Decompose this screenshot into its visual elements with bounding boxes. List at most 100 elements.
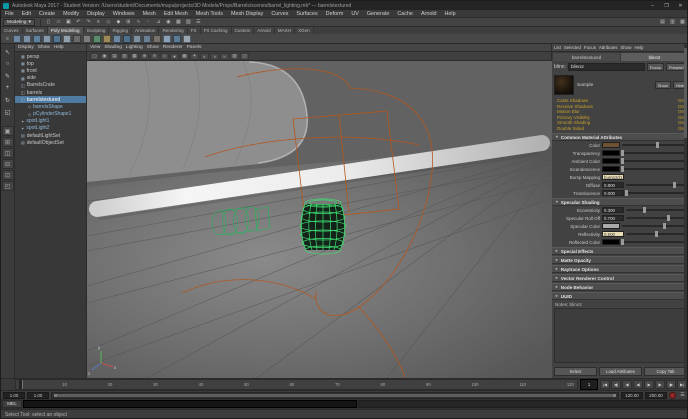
outliner-item[interactable]: ▦ persp — [15, 53, 86, 60]
attribute-editor-menu-item[interactable]: Attributes — [599, 45, 618, 50]
attribute-slider[interactable] — [626, 207, 686, 213]
close-button[interactable]: ✕ — [674, 2, 687, 10]
shelf-tab[interactable]: FX Caching — [200, 27, 232, 34]
go-to-end-button[interactable]: ▶| — [677, 380, 687, 389]
viewport-menu-item[interactable]: Shading — [104, 45, 122, 50]
shelf-tab[interactable]: Curves — [1, 27, 23, 34]
command-input[interactable] — [23, 400, 357, 408]
textured-icon[interactable]: ▩ — [180, 52, 189, 60]
menu-item[interactable]: File — [1, 11, 18, 17]
shelf-tab[interactable]: Rendering — [159, 27, 188, 34]
current-frame-field[interactable]: 1 — [580, 379, 598, 390]
animation-start-field[interactable]: 1.00 — [3, 391, 25, 399]
tool-settings-toggle[interactable]: ▥ — [668, 18, 677, 26]
shelf-torus-icon[interactable] — [53, 34, 61, 43]
attribute-editor-menu-item[interactable]: Selected — [564, 45, 581, 50]
channel-box-toggle[interactable]: ▦ — [678, 18, 687, 26]
smooth-shade-icon[interactable]: ● — [170, 52, 179, 60]
persp-graph-layout-button[interactable]: ⊟ — [1, 159, 14, 169]
move-tool-icon[interactable]: + — [1, 82, 14, 94]
viewport-menu-item[interactable]: Lighting — [126, 45, 143, 50]
wireframe-icon[interactable]: ◇ — [160, 52, 169, 60]
shelf-tab[interactable]: FX — [187, 27, 201, 34]
menu-item[interactable]: UV — [347, 11, 363, 17]
attribute-slider[interactable] — [625, 190, 686, 196]
viewport-menu-item[interactable]: Panels — [187, 45, 202, 50]
attribute-slider[interactable] — [621, 166, 686, 172]
snap-to-curve-icon[interactable]: ∿ — [134, 18, 143, 26]
uv-persp-layout-button[interactable]: ◰ — [1, 181, 14, 191]
screen-space-ao-icon[interactable]: ◑ — [210, 52, 219, 60]
attribute-editor-toggle[interactable]: ▤ — [658, 18, 667, 26]
shelf-tab[interactable]: Surfaces — [22, 27, 48, 34]
shelf-helix-icon[interactable] — [93, 34, 101, 43]
select-tool-icon[interactable]: ↖ — [1, 46, 14, 58]
oversampling-icon[interactable]: ≋ — [150, 52, 159, 60]
menu-set-dropdown[interactable]: Modeling ▾ — [3, 18, 35, 26]
ae-section-header[interactable]: ▼ Common Material Attributes — [552, 133, 687, 141]
menu-item[interactable]: Mesh Display — [227, 11, 267, 17]
ae-section-header[interactable]: ► Raytrace Options — [552, 265, 687, 273]
color-swatch[interactable] — [602, 142, 620, 148]
outliner-menu-item[interactable]: Show — [38, 45, 50, 50]
step-back-key-button[interactable]: ◀| — [611, 380, 621, 389]
select-by-object-icon[interactable]: ◇ — [104, 18, 113, 26]
shelf-cone-icon[interactable] — [43, 34, 51, 43]
attribute-slider[interactable] — [626, 182, 686, 188]
image-plane-icon[interactable]: ▦ — [130, 52, 139, 60]
outliner-item[interactable]: ✦ spotLight1 — [15, 118, 86, 125]
menu-item[interactable]: Help — [441, 11, 460, 17]
shelf-cube-icon[interactable] — [23, 34, 31, 43]
use-all-lights-icon[interactable]: ☀ — [190, 52, 199, 60]
ae-section-header[interactable]: ► Special Effects — [552, 247, 687, 255]
menu-item[interactable]: Modify — [59, 11, 83, 17]
attribute-value-field[interactable]: 0.300 — [602, 207, 624, 213]
mel-label[interactable]: MEL — [2, 400, 22, 408]
shelf-menu-icon[interactable]: ≡ — [4, 36, 11, 42]
animation-end-field[interactable]: 200.00 — [645, 391, 667, 399]
shelf-bevel-icon[interactable] — [163, 34, 171, 43]
hypershade-persp-layout-button[interactable]: ⊡ — [1, 170, 14, 180]
shelf-soccerball-icon[interactable] — [133, 34, 141, 43]
shelf-combine-icon[interactable] — [183, 34, 191, 43]
color-swatch[interactable] — [602, 239, 620, 245]
outliner-item[interactable]: ◫ BarrelsCrate — [15, 82, 86, 89]
shelf-text-icon[interactable] — [153, 34, 161, 43]
attribute-slider[interactable] — [621, 239, 686, 245]
menu-item[interactable]: Arnold — [417, 11, 441, 17]
shadows-icon[interactable]: ◐ — [200, 52, 209, 60]
snap-to-point-icon[interactable]: ◦ — [144, 18, 153, 26]
undo-icon[interactable]: ↶ — [74, 18, 83, 26]
material-sample-swatch[interactable] — [554, 75, 574, 95]
titlebar[interactable]: Autodesk Maya 2017 - Student Version: /U… — [1, 1, 687, 10]
attribute-slider[interactable] — [626, 231, 686, 237]
select-camera-icon[interactable]: ▢ — [90, 52, 99, 60]
single-pane-layout-button[interactable]: ▣ — [1, 126, 14, 136]
new-scene-icon[interactable]: ▯ — [44, 18, 53, 26]
step-forward-frame-button[interactable]: ▶ — [655, 380, 665, 389]
save-scene-icon[interactable]: ▣ — [64, 18, 73, 26]
maximize-button[interactable]: ❐ — [660, 2, 673, 10]
attribute-editor-button[interactable]: Select — [554, 367, 597, 376]
attribute-value-field[interactable]: 0.800 — [602, 182, 624, 188]
multisample-icon[interactable]: ▨ — [230, 52, 239, 60]
step-forward-key-button[interactable]: |▶ — [666, 380, 676, 389]
outliner-item[interactable]: ◇ pCylinderShape1 — [15, 111, 86, 118]
menu-item[interactable]: Display — [83, 11, 109, 17]
shelf-boolean-icon[interactable] — [173, 34, 181, 43]
attribute-editor-menu-item[interactable]: Focus — [584, 45, 596, 50]
bookmarks-icon[interactable]: ▥ — [120, 52, 129, 60]
menu-item[interactable]: Mesh — [139, 11, 160, 17]
motion-blur-icon[interactable]: ≈ — [220, 52, 229, 60]
node-tab[interactable]: barrelstextured — [553, 53, 620, 61]
outliner-menu-item[interactable]: Display — [18, 45, 34, 50]
menu-item[interactable]: Windows — [109, 11, 139, 17]
play-backwards-button[interactable]: ◀ — [633, 380, 643, 389]
node-name-field[interactable]: blinn2 — [567, 63, 645, 71]
attribute-slider[interactable] — [621, 158, 686, 164]
ipr-render-icon[interactable]: ▧ — [184, 18, 193, 26]
outliner-item[interactable]: ◫ barrelstextured — [15, 96, 86, 104]
outliner-item[interactable]: ▦ front — [15, 67, 86, 74]
attribute-slider[interactable] — [622, 223, 686, 229]
shelf-tab[interactable]: Arnold — [254, 27, 275, 34]
